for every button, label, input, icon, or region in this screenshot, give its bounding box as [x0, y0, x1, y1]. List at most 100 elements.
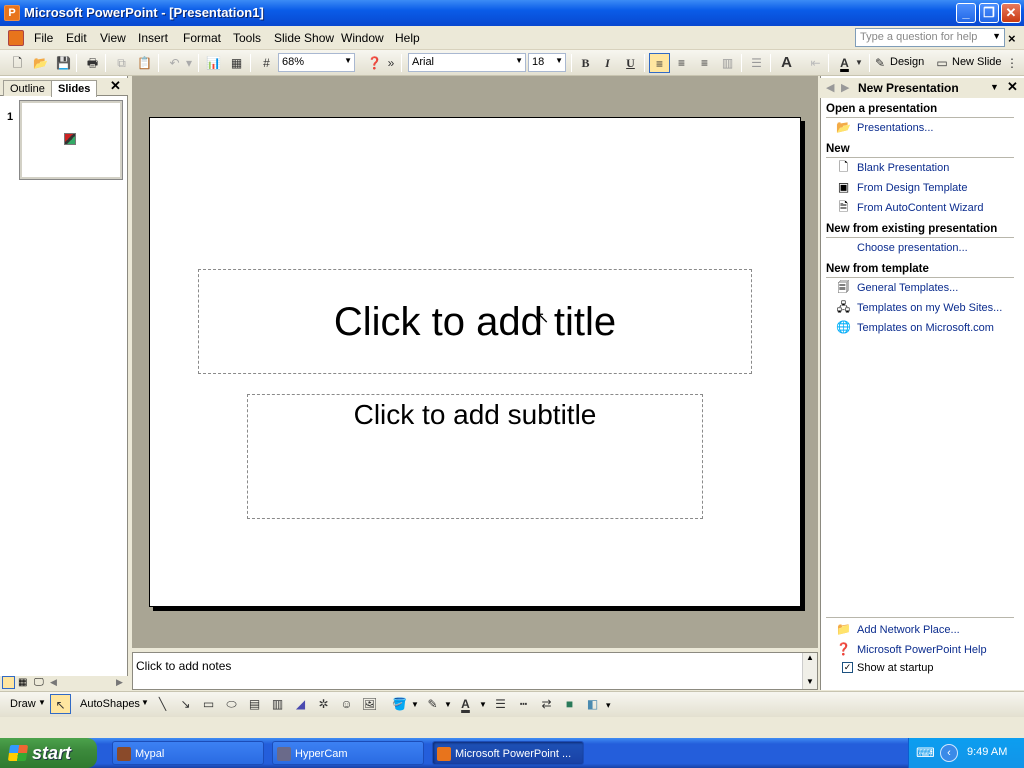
font-color-icon[interactable]: A: [834, 53, 855, 73]
arrow-style-icon[interactable]: ⇄: [536, 694, 557, 714]
chevron-down-icon[interactable]: ▼: [992, 31, 1001, 41]
help-icon[interactable]: ❓: [364, 53, 385, 73]
line-color-icon[interactable]: ✎: [422, 694, 443, 714]
normal-view-icon[interactable]: [2, 676, 15, 689]
back-arrow-icon[interactable]: ◀: [826, 81, 834, 94]
powerpoint-icon[interactable]: P: [4, 5, 20, 21]
link-microsoft-templates[interactable]: Templates on Microsoft.com: [857, 322, 994, 334]
clip-art-icon[interactable]: ☺: [336, 694, 357, 714]
show-at-startup-checkbox[interactable]: ✓: [842, 662, 853, 673]
tab-slides[interactable]: Slides: [51, 80, 98, 97]
menu-window[interactable]: Window: [341, 31, 384, 45]
chevron-down-icon[interactable]: ▼: [515, 56, 523, 65]
menu-slide-show[interactable]: Slide Show: [274, 31, 334, 45]
align-center-icon[interactable]: ≡: [671, 53, 692, 73]
scroll-down-icon[interactable]: ▼: [806, 677, 814, 686]
arrow-icon[interactable]: ↘: [175, 694, 196, 714]
menu-tools[interactable]: Tools: [233, 31, 261, 45]
slide-sorter-icon[interactable]: ▦: [18, 677, 27, 688]
design-button[interactable]: Design: [890, 56, 924, 68]
more-buttons-icon[interactable]: ▾: [606, 700, 611, 711]
link-general-templates[interactable]: General Templates...: [857, 282, 958, 294]
chevron-down-icon[interactable]: ▼: [444, 700, 452, 709]
increase-font-icon[interactable]: A: [776, 53, 797, 73]
link-blank-presentation[interactable]: Blank Presentation: [857, 162, 949, 174]
font-combo[interactable]: Arial ▼: [408, 53, 526, 72]
open-folder-icon[interactable]: 📂: [30, 53, 51, 73]
font-color-icon[interactable]: A: [455, 694, 476, 714]
undo-icon[interactable]: ↶: [164, 53, 185, 73]
paste-icon[interactable]: 📋: [134, 53, 155, 73]
select-objects-icon[interactable]: ↖: [50, 694, 71, 714]
3d-style-icon[interactable]: ◧: [582, 694, 603, 714]
menu-format[interactable]: Format: [183, 31, 221, 45]
notes-scrollbar[interactable]: ▲ ▼: [802, 653, 817, 689]
close-document-icon[interactable]: ×: [1008, 31, 1016, 46]
link-powerpoint-help[interactable]: Microsoft PowerPoint Help: [857, 644, 987, 656]
chevron-down-icon[interactable]: ▾: [183, 53, 195, 73]
shadow-style-icon[interactable]: ■: [559, 694, 580, 714]
chevron-down-icon[interactable]: ▼: [411, 700, 419, 709]
save-icon[interactable]: 💾: [53, 53, 74, 73]
underline-button[interactable]: U: [620, 53, 641, 73]
print-icon[interactable]: 🖶: [82, 53, 103, 73]
wordart-icon[interactable]: ◢: [290, 694, 311, 714]
menu-edit[interactable]: Edit: [66, 31, 87, 45]
insert-picture-icon[interactable]: 🖼: [359, 694, 380, 714]
line-icon[interactable]: ╲: [152, 694, 173, 714]
bullets-icon[interactable]: ☰: [746, 53, 767, 73]
title-bar[interactable]: P Microsoft PowerPoint - [Presentation1]…: [0, 0, 1024, 26]
insert-chart-icon[interactable]: 📊: [203, 53, 224, 73]
link-presentations[interactable]: Presentations...: [857, 122, 933, 134]
text-box-icon[interactable]: ▤: [244, 694, 265, 714]
menu-view[interactable]: View: [100, 31, 126, 45]
new-slide-icon[interactable]: ▭: [933, 53, 951, 73]
link-web-templates[interactable]: Templates on my Web Sites...: [857, 302, 1002, 314]
notes-pane[interactable]: Click to add notes: [132, 652, 818, 690]
maximize-button[interactable]: ❐: [979, 3, 999, 23]
chevron-down-icon[interactable]: ▼: [853, 53, 865, 73]
close-button[interactable]: ✕: [1001, 3, 1021, 23]
link-design-template[interactable]: From Design Template: [857, 182, 967, 194]
zoom-combo[interactable]: 68% ▼: [278, 53, 355, 72]
more-buttons-icon[interactable]: »: [385, 53, 397, 73]
forward-arrow-icon[interactable]: ▶: [841, 81, 849, 94]
vertical-text-icon[interactable]: ▥: [267, 694, 288, 714]
tab-outline[interactable]: Outline: [3, 80, 52, 96]
taskbar-item-mypal[interactable]: Mypal: [112, 741, 264, 765]
slide-show-icon[interactable]: 🖵: [34, 677, 44, 688]
chevron-down-icon[interactable]: ▼: [479, 700, 487, 709]
draw-menu-button[interactable]: Draw: [10, 698, 36, 710]
menu-insert[interactable]: Insert: [138, 31, 168, 45]
rectangle-icon[interactable]: ▭: [198, 694, 219, 714]
oval-icon[interactable]: ⬭: [221, 694, 242, 714]
dash-style-icon[interactable]: ┅: [513, 694, 534, 714]
new-file-icon[interactable]: 🗋: [7, 53, 28, 73]
chevron-down-icon[interactable]: ▼: [141, 698, 149, 707]
help-question-box[interactable]: Type a question for help ▼: [855, 28, 1005, 47]
font-size-combo[interactable]: 18 ▼: [528, 53, 566, 72]
link-add-network-place[interactable]: Add Network Place...: [857, 624, 960, 636]
chevron-down-icon[interactable]: ▼: [990, 82, 999, 92]
more-buttons-icon[interactable]: ⋮: [1005, 53, 1019, 73]
menu-help[interactable]: Help: [395, 31, 420, 45]
link-choose-presentation[interactable]: Choose presentation...: [857, 242, 968, 254]
copy-icon[interactable]: ⧉: [111, 53, 132, 73]
notes-placeholder[interactable]: Click to add notes: [136, 659, 231, 673]
chevron-down-icon[interactable]: ▼: [555, 56, 563, 65]
menu-file[interactable]: File: [34, 31, 53, 45]
diagram-icon[interactable]: ✲: [313, 694, 334, 714]
fill-color-icon[interactable]: 🪣: [389, 694, 410, 714]
close-task-pane-icon[interactable]: ✕: [1007, 79, 1018, 95]
title-placeholder[interactable]: Click to add title: [198, 269, 752, 374]
align-left-icon[interactable]: ≡: [649, 53, 670, 73]
chevron-down-icon[interactable]: ▼: [38, 698, 46, 707]
grid-icon[interactable]: #: [256, 53, 277, 73]
close-pane-icon[interactable]: ✕: [110, 78, 121, 94]
italic-button[interactable]: I: [597, 53, 618, 73]
distribute-icon[interactable]: ▥: [717, 53, 738, 73]
bold-button[interactable]: B: [575, 53, 596, 73]
chevron-down-icon[interactable]: ▼: [344, 56, 352, 65]
scroll-right-icon[interactable]: ▶: [116, 677, 123, 688]
autoshapes-menu-button[interactable]: AutoShapes: [80, 698, 140, 710]
